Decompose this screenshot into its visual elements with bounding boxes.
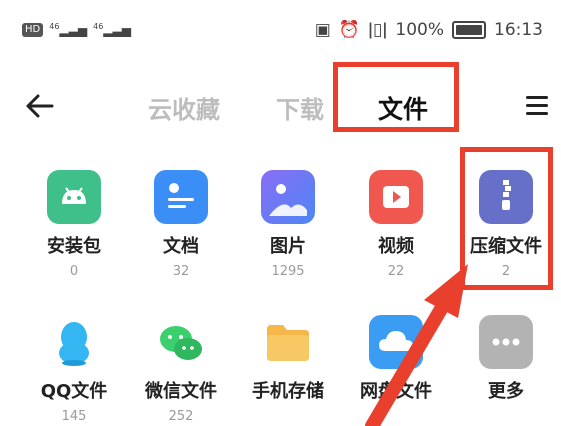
annotation-arrow	[365, 264, 468, 426]
